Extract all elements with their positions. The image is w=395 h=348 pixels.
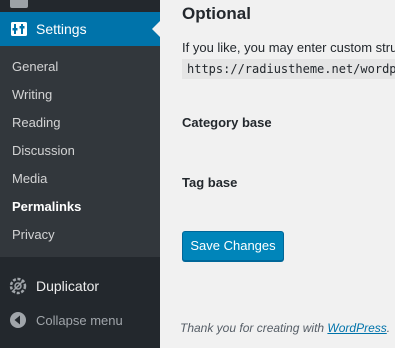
tag-base-label: Tag base: [182, 175, 238, 190]
collapse-menu-button[interactable]: Collapse menu: [0, 302, 160, 336]
section-title: Optional: [182, 4, 251, 23]
footer-text: Thank you for creating with: [180, 321, 328, 335]
submenu-item-general[interactable]: General: [12, 58, 58, 76]
submenu-item-privacy[interactable]: Privacy: [12, 226, 55, 244]
collapse-icon: [8, 310, 28, 330]
previous-menu-item[interactable]: [0, 0, 160, 12]
admin-sidebar: Settings General Writing Reading Discuss…: [0, 0, 160, 348]
collapse-menu-label: Collapse menu: [36, 313, 123, 328]
submenu-item-discussion[interactable]: Discussion: [12, 142, 75, 160]
permalink-code-sample: https://radiustheme.net/wordpress/catego…: [182, 59, 395, 79]
intro-text: If you like, you may enter custom struct…: [182, 40, 395, 55]
footer-thankyou: Thank you for creating with WordPress.: [180, 320, 390, 336]
submenu-item-permalinks[interactable]: Permalinks: [12, 198, 81, 216]
sidebar-item-label: Duplicator: [36, 278, 100, 294]
menu-item-icon: [10, 0, 28, 8]
current-menu-pointer: [152, 21, 160, 37]
main-content: Optional If you like, you may enter cust…: [160, 0, 395, 348]
sidebar-item-label: Settings: [36, 21, 87, 37]
sidebar-item-duplicator[interactable]: Duplicator: [0, 268, 160, 302]
duplicator-icon: [8, 276, 28, 296]
submenu-item-writing[interactable]: Writing: [12, 86, 52, 104]
submenu-item-reading[interactable]: Reading: [12, 114, 60, 132]
settings-submenu: General Writing Reading Discussion Media…: [0, 46, 160, 257]
wordpress-link[interactable]: WordPress: [327, 321, 386, 335]
submenu-item-media[interactable]: Media: [12, 170, 47, 188]
category-base-label: Category base: [182, 115, 272, 130]
footer-suffix: .: [386, 321, 391, 335]
settings-icon: [10, 21, 28, 37]
save-changes-button[interactable]: Save Changes: [182, 231, 284, 261]
sidebar-item-settings[interactable]: Settings: [0, 12, 160, 46]
